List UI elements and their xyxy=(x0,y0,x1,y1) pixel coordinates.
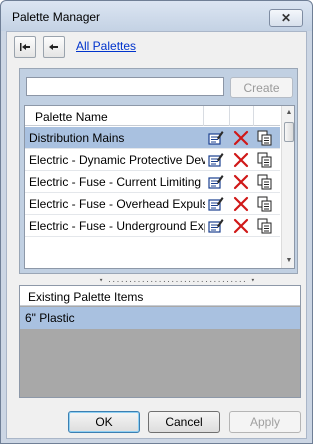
copy-icon[interactable] xyxy=(257,130,273,146)
jump-first-button[interactable] xyxy=(14,36,36,58)
create-button[interactable]: Create xyxy=(230,77,293,98)
edit-icon[interactable] xyxy=(208,196,224,212)
edit-icon[interactable] xyxy=(208,152,224,168)
palette-name: Electric - Fuse - Overhead Expulsion xyxy=(29,197,205,211)
table-row[interactable]: Electric - Fuse - Overhead Expulsion xyxy=(25,193,280,215)
item-name: 6" Plastic xyxy=(25,311,75,325)
delete-icon[interactable] xyxy=(233,130,249,146)
table-row[interactable]: Electric - Dynamic Protective Devi... xyxy=(25,149,280,171)
edit-icon[interactable] xyxy=(208,218,224,234)
copy-icon[interactable] xyxy=(257,218,273,234)
delete-icon[interactable] xyxy=(233,196,249,212)
palettes-group: Create Palette Name Distribution Mains E… xyxy=(19,68,298,274)
back-button[interactable] xyxy=(43,36,65,58)
scroll-up-icon[interactable]: ▲ xyxy=(282,106,294,120)
scroll-down-icon[interactable]: ▼ xyxy=(282,254,294,268)
palette-name: Electric - Fuse - Current Limiting xyxy=(29,175,202,189)
apply-button[interactable]: Apply xyxy=(229,411,301,433)
edit-icon[interactable] xyxy=(208,174,224,190)
table-header: Palette Name xyxy=(25,106,280,126)
palette-name: Electric - Dynamic Protective Devi... xyxy=(29,153,205,167)
ok-button[interactable]: OK xyxy=(68,411,140,433)
table-row[interactable]: Electric - Fuse - Underground Exp... xyxy=(25,215,280,237)
palette-table-scrollbar[interactable]: ▲ ▼ xyxy=(281,106,294,268)
edit-icon[interactable] xyxy=(208,130,224,146)
palette-name-input[interactable] xyxy=(26,77,224,96)
palette-name-header[interactable]: Palette Name xyxy=(35,110,108,124)
jump-first-icon xyxy=(20,43,30,51)
existing-items-panel: Existing Palette Items 6" Plastic xyxy=(19,285,301,398)
close-button[interactable]: ✕ xyxy=(269,9,303,27)
delete-icon[interactable] xyxy=(233,174,249,190)
delete-icon[interactable] xyxy=(233,218,249,234)
table-row[interactable]: Distribution Mains xyxy=(25,127,280,149)
palette-name: Distribution Mains xyxy=(29,131,125,145)
copy-icon[interactable] xyxy=(257,196,273,212)
title-bar[interactable]: Palette Manager ✕ xyxy=(1,1,312,31)
table-row[interactable]: Electric - Fuse - Current Limiting xyxy=(25,171,280,193)
all-palettes-link[interactable]: All Palettes xyxy=(76,39,136,53)
items-header: Existing Palette Items xyxy=(20,286,300,306)
dialog-body: All Palettes Create Palette Name Distrib… xyxy=(6,31,307,439)
existing-items-header[interactable]: Existing Palette Items xyxy=(28,290,143,304)
delete-icon[interactable] xyxy=(233,152,249,168)
palette-manager-window: Palette Manager ✕ All Palettes Create Pa… xyxy=(0,0,313,444)
cancel-button[interactable]: Cancel xyxy=(148,411,220,433)
scroll-thumb[interactable] xyxy=(284,122,294,142)
copy-icon[interactable] xyxy=(257,174,273,190)
copy-icon[interactable] xyxy=(257,152,273,168)
panel-splitter[interactable]: ▾ ................................. ▾ xyxy=(99,276,255,284)
close-icon: ✕ xyxy=(280,11,292,25)
palette-table: Palette Name Distribution Mains Electric… xyxy=(24,105,295,269)
window-title: Palette Manager xyxy=(12,10,101,24)
palette-name: Electric - Fuse - Underground Exp... xyxy=(29,219,205,233)
list-item[interactable]: 6" Plastic xyxy=(20,307,300,329)
back-arrow-icon xyxy=(49,44,58,50)
